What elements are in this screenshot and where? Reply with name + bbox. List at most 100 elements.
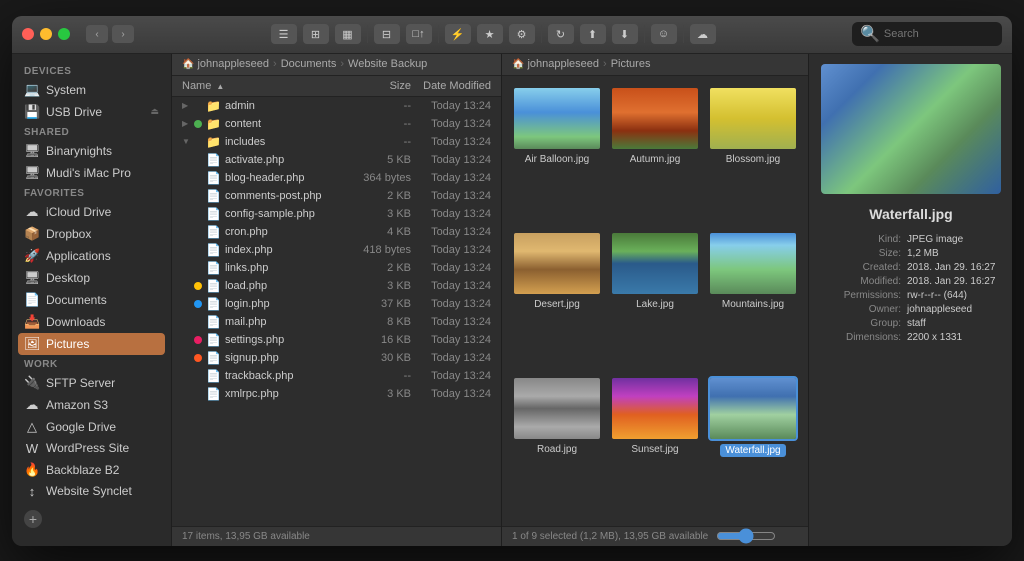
sync-icon[interactable]: ↻	[548, 24, 574, 44]
sidebar-item-downloads[interactable]: 📥 Downloads	[12, 311, 171, 333]
search-box[interactable]: 🔍	[852, 22, 1002, 46]
sidebar-item-sftp[interactable]: 🔌 SFTP Server	[12, 372, 171, 394]
sidebar-section-work: Work	[12, 355, 171, 372]
table-row[interactable]: 📄 settings.php 16 KB Today 13:24	[172, 331, 501, 349]
thumbnail-image	[710, 378, 796, 439]
modified-value: 2018. Jan 29. 16:27	[907, 276, 1001, 287]
status-dot	[194, 102, 202, 110]
file-date: Today 13:24	[411, 100, 491, 112]
back-button[interactable]: ‹	[86, 25, 108, 43]
table-row[interactable]: 📄 comments-post.php 2 KB Today 13:24	[172, 187, 501, 205]
star-icon[interactable]: ★	[477, 24, 503, 44]
list-item[interactable]: Mountains.jpg	[708, 231, 798, 368]
list-item[interactable]: Lake.jpg	[610, 231, 700, 368]
sidebar-item-dropbox[interactable]: 📦 Dropbox	[12, 223, 171, 245]
table-row[interactable]: ▼ 📁 includes -- Today 13:24	[172, 133, 501, 151]
col-name-header[interactable]: Name ▲	[182, 80, 341, 92]
file-list-header: Name ▲ Size Date Modified	[172, 76, 501, 97]
minimize-button[interactable]	[40, 28, 52, 40]
status-dot	[194, 174, 202, 182]
sidebar-item-icloud[interactable]: ☁ iCloud Drive	[12, 201, 171, 223]
sidebar-item-backblaze[interactable]: 🔥 Backblaze B2	[12, 459, 171, 481]
share-icon[interactable]: □↑	[406, 24, 432, 44]
list-item[interactable]: Desert.jpg	[512, 231, 602, 368]
settings-icon[interactable]: ⚙	[509, 24, 535, 44]
pathbar-username: johnappleseed	[197, 58, 269, 70]
list-item[interactable]: Blossom.jpg	[708, 86, 798, 223]
file-icon: 📁	[206, 135, 221, 149]
table-row[interactable]: 📄 links.php 2 KB Today 13:24	[172, 259, 501, 277]
table-row[interactable]: ▶ 📁 admin -- Today 13:24	[172, 97, 501, 115]
sidebar-item-google-drive[interactable]: △ Google Drive	[12, 416, 171, 438]
table-row[interactable]: 📄 config-sample.php 3 KB Today 13:24	[172, 205, 501, 223]
maximize-button[interactable]	[58, 28, 70, 40]
sidebar-item-mudis-imac[interactable]: 🖥 Mudi's iMac Pro	[12, 162, 171, 184]
table-row[interactable]: 📄 login.php 37 KB Today 13:24	[172, 295, 501, 313]
right-pathbar-username: johnappleseed	[527, 58, 599, 70]
right-pathbar-user[interactable]: 🏠 johnappleseed	[512, 58, 599, 70]
file-name: trackback.php	[225, 370, 341, 382]
list-item[interactable]: Road.jpg	[512, 376, 602, 515]
list-view-icon[interactable]: ☰	[271, 24, 297, 44]
status-dot	[194, 264, 202, 272]
list-item[interactable]: Air Balloon.jpg	[512, 86, 602, 223]
file-size: --	[341, 100, 411, 112]
table-row[interactable]: 📄 index.php 418 bytes Today 13:24	[172, 241, 501, 259]
icon-view-icon[interactable]: ⊞	[303, 24, 329, 44]
file-date: Today 13:24	[411, 118, 491, 130]
sidebar-item-usb-drive[interactable]: 💾 USB Drive ⏏	[12, 101, 171, 123]
sidebar-item-desktop[interactable]: 🖥 Desktop	[12, 267, 171, 289]
table-row[interactable]: 📄 cron.php 4 KB Today 13:24	[172, 223, 501, 241]
table-row[interactable]: ▶ 📁 content -- Today 13:24	[172, 115, 501, 133]
list-item[interactable]: Waterfall.jpg	[708, 376, 798, 515]
nav-buttons: ‹ ›	[86, 25, 134, 43]
table-row[interactable]: 📄 signup.php 30 KB Today 13:24	[172, 349, 501, 367]
expand-arrow-icon[interactable]: ▶	[182, 119, 192, 128]
cloud-icon[interactable]: ☁	[690, 24, 716, 44]
smiley-icon[interactable]: ☺	[651, 24, 677, 44]
upload-icon[interactable]: ⬆	[580, 24, 606, 44]
table-row[interactable]: 📄 trackback.php -- Today 13:24	[172, 367, 501, 385]
table-row[interactable]: 📄 load.php 3 KB Today 13:24	[172, 277, 501, 295]
sidebar-item-documents[interactable]: 📄 Documents	[12, 289, 171, 311]
usb-icon: 💾	[24, 104, 40, 120]
table-row[interactable]: 📄 activate.php 5 KB Today 13:24	[172, 151, 501, 169]
zoom-slider[interactable]	[716, 528, 776, 544]
file-date: Today 13:24	[411, 352, 491, 364]
synclet-icon: ↕	[24, 484, 40, 499]
finder-window: ‹ › ☰ ⊞ ▦ ⊟ □↑ ⚡ ★ ⚙ ↻ ⬆ ⬇ ☺ ☁ 🔍	[12, 16, 1012, 546]
sidebar-item-wordpress[interactable]: W WordPress Site	[12, 438, 171, 459]
col-date-header[interactable]: Date Modified	[411, 80, 491, 92]
table-row[interactable]: 📄 mail.php 8 KB Today 13:24	[172, 313, 501, 331]
table-row[interactable]: 📄 xmlrpc.php 3 KB Today 13:24	[172, 385, 501, 403]
download-icon[interactable]: ⬇	[612, 24, 638, 44]
expand-arrow-icon[interactable]: ▶	[182, 101, 192, 110]
expand-arrow-icon[interactable]: ▼	[182, 137, 192, 146]
close-button[interactable]	[22, 28, 34, 40]
pathbar-website-backup[interactable]: Website Backup	[348, 58, 427, 70]
search-input[interactable]	[884, 28, 1004, 40]
col-size-header[interactable]: Size	[341, 80, 411, 92]
table-row[interactable]: 📄 blog-header.php 364 bytes Today 13:24	[172, 169, 501, 187]
lightning-icon[interactable]: ⚡	[445, 24, 471, 44]
sidebar-item-system[interactable]: 💻 System	[12, 79, 171, 101]
sidebar-item-binarynights[interactable]: 🖥 Binarynights	[12, 140, 171, 162]
picture-status-text: 1 of 9 selected (1,2 MB), 13,95 GB avail…	[512, 531, 708, 542]
list-item[interactable]: Sunset.jpg	[610, 376, 700, 515]
add-location-button[interactable]: +	[24, 510, 42, 528]
sidebar-item-amazon-s3[interactable]: ☁ Amazon S3	[12, 394, 171, 416]
arrange-icon[interactable]: ⊟	[374, 24, 400, 44]
sidebar-item-applications[interactable]: 🚀 Applications	[12, 245, 171, 267]
separator-2	[438, 25, 439, 43]
list-item[interactable]: Autumn.jpg	[610, 86, 700, 223]
pathbar-sep-1: ›	[273, 58, 277, 70]
column-view-icon[interactable]: ▦	[335, 24, 361, 44]
pathbar-user[interactable]: 🏠 johnappleseed	[182, 58, 269, 70]
sidebar-item-pictures[interactable]: 🖼 Pictures	[18, 333, 165, 355]
size-value: 1,2 MB	[907, 248, 1001, 259]
pathbar-documents[interactable]: Documents	[281, 58, 337, 70]
sidebar-label-usb-drive: USB Drive	[46, 105, 102, 119]
right-pathbar-pictures[interactable]: Pictures	[611, 58, 651, 70]
sidebar-item-website-synclet[interactable]: ↕ Website Synclet	[12, 481, 171, 502]
forward-button[interactable]: ›	[112, 25, 134, 43]
